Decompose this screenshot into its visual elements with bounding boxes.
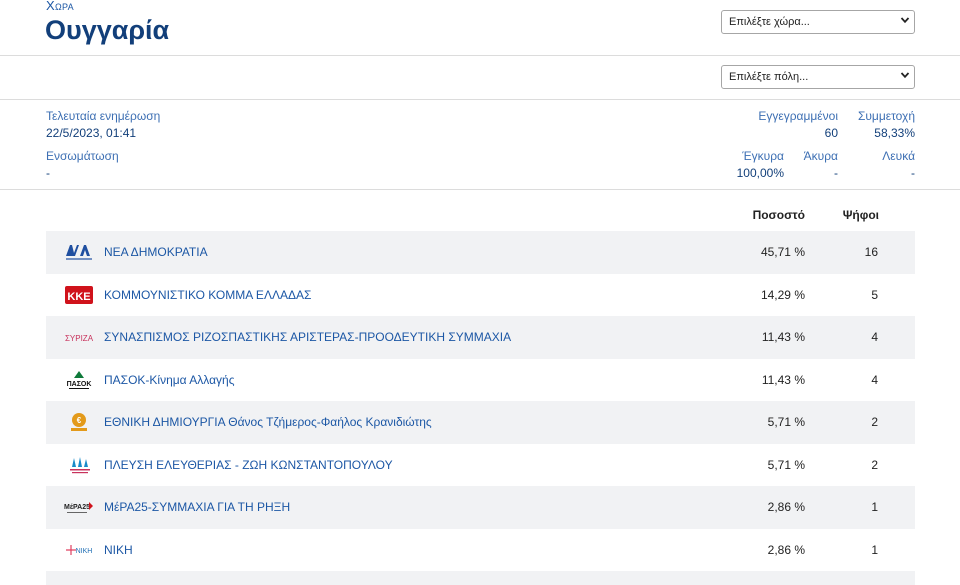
party-votes: 2	[871, 457, 878, 472]
country-select-value: Επιλέξτε χώρα...	[729, 16, 810, 28]
party-name[interactable]: ΝΙΚΗ	[104, 543, 133, 557]
country-label: Χωρα	[46, 0, 74, 13]
niki-logo: ΝΙΚΗ	[64, 539, 94, 561]
turnout-label: Συμμετοχή	[857, 109, 915, 123]
party-votes: 4	[871, 372, 878, 387]
party-name[interactable]: ΠΑΣΟΚ-Κίνημα Αλλαγής	[104, 373, 235, 387]
party-name[interactable]: ΚΟΜΜΟΥΝΙΣΤΙΚΟ ΚΟΜΜΑ ΕΛΛΑΔΑΣ	[104, 288, 311, 302]
party-votes: 4	[871, 330, 878, 344]
chevron-down-icon	[900, 72, 910, 79]
party-percent: 11,43 %	[761, 372, 805, 387]
party-votes: 2	[871, 415, 878, 429]
party-percent: 2,86 %	[767, 500, 805, 514]
svg-text:ΝΙΚΗ: ΝΙΚΗ	[76, 548, 93, 555]
page-title: Ουγγαρία	[45, 15, 170, 45]
party-name[interactable]: ΣΥΝΑΣΠΙΣΜΟΣ ΡΙΖΟΣΠΑΣΤΙΚΗΣ ΑΡΙΣΤΕΡΑΣ-ΠΡΟΟ…	[104, 330, 511, 344]
chevron-down-icon	[900, 17, 910, 24]
party-percent: 2,86 %	[767, 542, 805, 557]
ethniki-dimiourgia-logo: €	[64, 411, 94, 433]
invalid-value: -	[834, 166, 838, 180]
city-select-value: Επιλέξτε πόλη...	[729, 71, 809, 83]
svg-text:ΚΚΕ: ΚΚΕ	[67, 291, 90, 303]
blank-value: -	[911, 166, 915, 180]
table-row	[46, 571, 915, 585]
last-update-label: Τελευταία ενημέρωση	[46, 109, 161, 123]
registered-label: Εγγεγραμμένοι	[758, 109, 838, 123]
turnout-value: 58,33%	[874, 126, 915, 140]
country-select[interactable]: Επιλέξτε χώρα...	[721, 10, 915, 34]
table-row[interactable]: ΜέΡΑ25 ΜέΡΑ25-ΣΥΜΜΑΧΙΑ ΓΙΑ ΤΗ ΡΗΞΗ 2,86 %…	[46, 486, 915, 529]
invalid-label: Άκυρα	[803, 149, 838, 163]
party-votes: 5	[871, 287, 878, 302]
kke-logo: ΚΚΕ	[64, 284, 94, 306]
party-votes: 1	[871, 500, 878, 514]
registered-value: 60	[824, 126, 838, 140]
results-table: ΝΕΑ ΔΗΜΟΚΡΑΤΙΑ 45,71 % 16 ΚΚΕ ΚΟΜΜΟΥΝΙΣΤΙΚΟ…	[46, 231, 915, 585]
party-name[interactable]: ΠΛΕΥΣΗ ΕΛΕΥΘΕΡΙΑΣ - ΖΩΗ ΚΩΝΣΤΑΝΤΟΠΟΥΛΟΥ	[104, 458, 393, 472]
pasok-logo: ΠΑΣΟΚ	[64, 369, 94, 391]
table-row[interactable]: ΠΑΣΟΚ ΠΑΣΟΚ-Κίνημα Αλλαγής 11,43 % 4	[46, 359, 915, 402]
nd-logo	[64, 241, 94, 263]
svg-text:ΜέΡΑ25: ΜέΡΑ25	[64, 504, 90, 511]
svg-text:€: €	[77, 416, 82, 425]
party-name[interactable]: ΝΕΑ ΔΗΜΟΚΡΑΤΙΑ	[104, 245, 208, 259]
table-row[interactable]: ΚΚΕ ΚΟΜΜΟΥΝΙΣΤΙΚΟ ΚΟΜΜΑ ΕΛΛΑΔΑΣ 14,29 % 5	[46, 274, 915, 317]
table-row[interactable]: ΠΛΕΥΣΗ ΕΛΕΥΘΕΡΙΑΣ - ΖΩΗ ΚΩΝΣΤΑΝΤΟΠΟΥΛΟΥ 5…	[46, 444, 915, 487]
blank-label: Λευκά	[882, 149, 915, 163]
table-row[interactable]: ΝΕΑ ΔΗΜΟΚΡΑΤΙΑ 45,71 % 16	[46, 231, 915, 274]
table-row[interactable]: € ΕΘΝΙΚΗ ΔΗΜΙΟΥΡΓΙΑ Θάνος Τζήμερος-Φαήλο…	[46, 401, 915, 444]
valid-value: 100,00%	[736, 166, 784, 180]
party-percent: 5,71 %	[767, 457, 805, 472]
party-name[interactable]: ΜέΡΑ25-ΣΥΜΜΑΧΙΑ ΓΙΑ ΤΗ ΡΗΞΗ	[104, 500, 290, 514]
party-votes: 1	[871, 542, 878, 557]
table-row[interactable]: ΝΙΚΗ ΝΙΚΗ 2,86 % 1	[46, 529, 915, 572]
valid-label: Έγκυρα	[742, 149, 784, 163]
syriza-logo: ΣΥΡΙΖΑ	[64, 326, 94, 348]
party-percent: 14,29 %	[760, 287, 805, 302]
plefsi-logo	[64, 454, 94, 476]
column-header-votes: Ψήφοι	[842, 208, 879, 222]
party-percent: 5,71 %	[767, 415, 805, 429]
city-select[interactable]: Επιλέξτε πόλη...	[721, 65, 915, 89]
party-percent: 11,43 %	[761, 330, 805, 344]
party-votes: 16	[864, 245, 878, 259]
table-row[interactable]: ΣΥΡΙΖΑ ΣΥΝΑΣΠΙΣΜΟΣ ΡΙΖΟΣΠΑΣΤΙΚΗΣ ΑΡΙΣΤΕΡΑ…	[46, 316, 915, 359]
svg-text:ΣΥΡΙΖΑ: ΣΥΡΙΖΑ	[65, 334, 94, 343]
incorporation-label: Ενσωμάτωση	[46, 149, 119, 163]
page-header: Χωρα Ουγγαρία Επιλέξτε χώρα...	[0, 0, 960, 56]
svg-text:ΠΑΣΟΚ: ΠΑΣΟΚ	[67, 381, 92, 388]
last-update-value: 22/5/2023, 01:41	[46, 126, 137, 140]
party-name[interactable]: ΕΘΝΙΚΗ ΔΗΜΙΟΥΡΓΙΑ Θάνος Τζήμερος-Φαήλος …	[104, 415, 432, 429]
results-summary: Τελευταία ενημέρωση 22/5/2023, 01:41 Ενσ…	[0, 100, 960, 190]
party-percent: 45,71 %	[760, 245, 805, 259]
column-header-percent: Ποσοστό	[752, 208, 805, 222]
incorporation-value: -	[46, 166, 50, 180]
mera25-logo: ΜέΡΑ25	[64, 496, 94, 518]
